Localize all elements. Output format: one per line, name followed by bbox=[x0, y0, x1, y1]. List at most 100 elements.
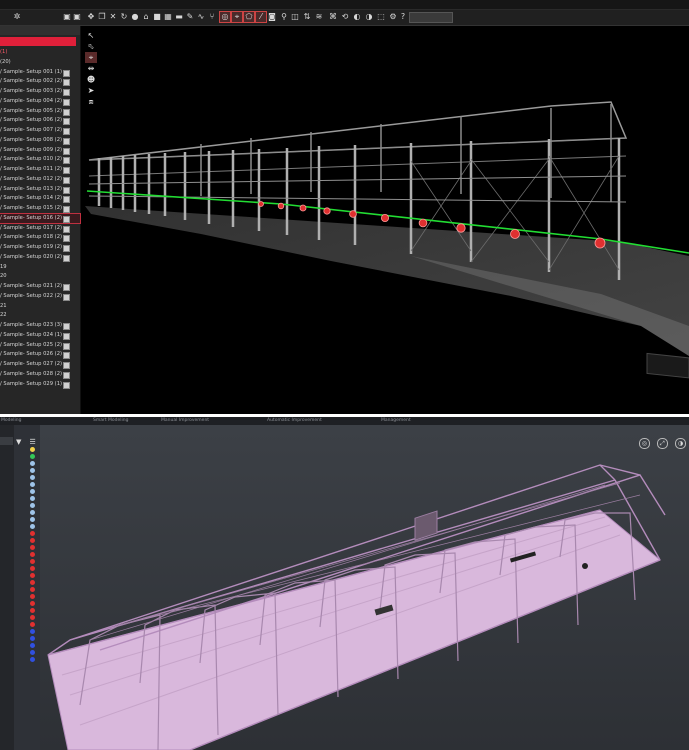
tree-item[interactable]: / Sample- Setup 025 (2) bbox=[0, 341, 80, 350]
setup-dot[interactable] bbox=[30, 482, 35, 487]
setup-dot[interactable] bbox=[30, 468, 35, 473]
setup-dot[interactable] bbox=[30, 650, 35, 655]
grid-icon[interactable]: ▦ bbox=[163, 12, 173, 22]
setup-dot[interactable] bbox=[30, 447, 35, 452]
setup-dot[interactable] bbox=[30, 587, 35, 592]
tree-item[interactable]: / Sample- Setup 029 (1) bbox=[0, 380, 80, 389]
setup-dot[interactable] bbox=[30, 461, 35, 466]
visibility-checkbox[interactable] bbox=[63, 128, 70, 135]
tree-group[interactable]: 19 bbox=[0, 263, 80, 272]
model-viewport[interactable]: ◎ ⤢ ◑ bbox=[40, 425, 689, 750]
tree-item[interactable]: / Sample- Setup 027 (2) bbox=[0, 360, 80, 369]
tab-management[interactable]: Management bbox=[381, 417, 411, 425]
tree-group[interactable]: 20 bbox=[0, 272, 80, 281]
rotate-icon[interactable]: ↻ bbox=[119, 12, 129, 22]
setup-dot[interactable] bbox=[30, 545, 35, 550]
shape-icon[interactable]: ⬠ bbox=[243, 11, 255, 23]
visibility-checkbox[interactable] bbox=[63, 332, 70, 340]
tree-item[interactable]: / Sample- Setup 004 (2) bbox=[0, 97, 80, 106]
tree-item[interactable]: / Sample- Setup 006 (2) bbox=[0, 116, 80, 126]
sphere-icon[interactable]: ● bbox=[130, 12, 140, 22]
tree-item[interactable]: / Sample- Setup 007 (2) bbox=[0, 126, 80, 135]
setup-dot[interactable] bbox=[30, 622, 35, 627]
tree-item[interactable]: / Sample- Setup 011 (2) bbox=[0, 165, 80, 174]
stack-icon[interactable]: ≋ bbox=[314, 12, 324, 22]
setup-dot[interactable] bbox=[30, 608, 35, 613]
tree-group[interactable]: 21 bbox=[0, 302, 80, 311]
visibility-checkbox[interactable] bbox=[63, 381, 70, 389]
camera-icon[interactable]: ◙ bbox=[267, 12, 277, 22]
visibility-checkbox[interactable] bbox=[63, 225, 70, 233]
visibility-checkbox[interactable] bbox=[63, 98, 70, 106]
tree-item[interactable]: / Sample- Setup 010 (2) bbox=[0, 155, 80, 165]
visibility-checkbox[interactable] bbox=[63, 79, 70, 87]
tag-icon[interactable]: ⌖ bbox=[231, 11, 243, 23]
visibility-checkbox[interactable] bbox=[63, 254, 70, 262]
star-icon[interactable]: ✲ bbox=[12, 12, 22, 22]
tree-item[interactable]: / Sample- Setup 023 (3) bbox=[0, 321, 80, 330]
setup-dot[interactable] bbox=[30, 580, 35, 585]
setup-dot[interactable] bbox=[30, 566, 35, 571]
tree-item[interactable]: / Sample- Setup 022 (2) bbox=[0, 292, 80, 301]
setup-dot[interactable] bbox=[30, 510, 35, 515]
search-field[interactable] bbox=[0, 437, 13, 445]
setup-dot[interactable] bbox=[30, 531, 35, 536]
visibility-checkbox[interactable] bbox=[63, 352, 70, 360]
list-icon[interactable]: ☰ bbox=[29, 438, 35, 446]
home-icon[interactable]: ⌂ bbox=[141, 12, 151, 22]
setup-dot[interactable] bbox=[30, 496, 35, 501]
setup-dot[interactable] bbox=[30, 475, 35, 480]
setup-dot[interactable] bbox=[30, 559, 35, 564]
setup-dot[interactable] bbox=[30, 643, 35, 648]
tree-item[interactable]: / Sample- Setup 005 (2) bbox=[0, 107, 80, 116]
visibility-checkbox[interactable] bbox=[63, 157, 70, 165]
view-mode-select[interactable] bbox=[409, 12, 453, 23]
layout-icon[interactable]: ▣ bbox=[62, 12, 72, 22]
target-icon[interactable]: ◎ bbox=[219, 11, 231, 23]
tree-item[interactable]: / Sample- Setup 001 (1) bbox=[0, 68, 80, 77]
box-icon[interactable]: ■ bbox=[152, 12, 162, 22]
pan-icon[interactable]: ✥ bbox=[86, 12, 96, 22]
tree-item[interactable]: / Sample- Setup 015 (2) bbox=[0, 204, 80, 213]
tab-automatic-improvement[interactable]: Automatic Improvement bbox=[267, 417, 322, 425]
snap-icon[interactable]: ⌘ bbox=[328, 12, 338, 22]
visibility-checkbox[interactable] bbox=[63, 371, 70, 379]
visibility-checkbox[interactable] bbox=[63, 108, 70, 116]
tree-item[interactable]: / Sample- Setup 012 (2) bbox=[0, 175, 80, 184]
tree-item[interactable]: / Sample- Setup 018 (2) bbox=[0, 233, 80, 243]
tree-item[interactable]: / Sample- Setup 020 (2) bbox=[0, 253, 80, 262]
color-icon[interactable]: ◑ bbox=[364, 12, 374, 22]
visibility-checkbox[interactable] bbox=[63, 167, 70, 174]
visibility-checkbox[interactable] bbox=[63, 137, 70, 145]
visibility-checkbox[interactable] bbox=[63, 215, 70, 223]
tree-item[interactable]: / Sample- Setup 024 (1) bbox=[0, 331, 80, 340]
visibility-checkbox[interactable] bbox=[63, 293, 70, 301]
visibility-checkbox[interactable] bbox=[63, 284, 70, 291]
setup-dot[interactable] bbox=[30, 601, 35, 606]
brush-icon[interactable]: ⁄ bbox=[255, 11, 267, 23]
setup-dot[interactable] bbox=[30, 657, 35, 662]
tab-manual-improvement[interactable]: Manual Improvement bbox=[161, 417, 209, 425]
visibility-checkbox[interactable] bbox=[63, 176, 70, 184]
setup-dot[interactable] bbox=[30, 524, 35, 529]
tree-item[interactable]: / Sample- Setup 017 (2) bbox=[0, 224, 80, 233]
visibility-checkbox[interactable] bbox=[63, 69, 70, 77]
tree-item[interactable]: / Sample- Setup 013 (2) bbox=[0, 185, 80, 194]
visibility-checkbox[interactable] bbox=[63, 206, 70, 213]
visibility-checkbox[interactable] bbox=[63, 89, 70, 96]
visibility-checkbox[interactable] bbox=[63, 147, 70, 155]
pen-icon[interactable]: ✎ bbox=[185, 12, 195, 22]
visibility-checkbox[interactable] bbox=[63, 196, 70, 204]
setup-dot[interactable] bbox=[30, 538, 35, 543]
sync-icon[interactable]: ⟲ bbox=[340, 12, 350, 22]
setup-dot[interactable] bbox=[30, 573, 35, 578]
setup-dot[interactable] bbox=[30, 629, 35, 634]
tree-group[interactable]: (20) bbox=[0, 58, 80, 67]
tree-item[interactable]: / Sample- Setup 028 (2) bbox=[0, 370, 80, 379]
setup-dot[interactable] bbox=[30, 636, 35, 641]
tree-item[interactable]: / Sample- Setup 014 (2) bbox=[0, 194, 80, 204]
point-cloud-viewport[interactable]: ↖ ⬁ ⌖ ⇹ ☻ ➤ ⧈ bbox=[81, 26, 689, 414]
visibility-checkbox[interactable] bbox=[63, 362, 70, 369]
tree-item[interactable]: / Sample- Setup 019 (2) bbox=[0, 243, 80, 252]
tree-item[interactable]: / Sample- Setup 008 (2) bbox=[0, 136, 80, 145]
